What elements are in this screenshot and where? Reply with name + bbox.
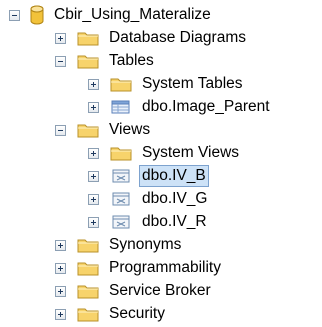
tree-node-label[interactable]: Synonyms bbox=[107, 235, 183, 255]
tree-node-label[interactable]: dbo.IV_G bbox=[140, 189, 210, 209]
tree-node-label[interactable]: Security bbox=[107, 304, 167, 324]
folder-icon bbox=[77, 306, 99, 322]
tree-node-view-iv-g[interactable]: dbo.IV_G bbox=[88, 188, 210, 210]
tree-node-view-iv-b[interactable]: dbo.IV_B bbox=[88, 165, 209, 187]
tree-node-views[interactable]: Views bbox=[55, 119, 152, 141]
collapse-toggle[interactable] bbox=[9, 9, 20, 21]
database-label[interactable]: Cbir_Using_Materalize bbox=[52, 5, 213, 25]
expand-toggle[interactable] bbox=[55, 32, 66, 44]
tree-node-service-broker[interactable]: Service Broker bbox=[55, 280, 213, 302]
tree-node-database-diagrams[interactable]: Database Diagrams bbox=[55, 27, 248, 49]
folder-open-icon bbox=[77, 53, 99, 69]
tree-node-tables[interactable]: Tables bbox=[55, 50, 156, 72]
tree-node-label[interactable]: Database Diagrams bbox=[107, 28, 248, 48]
tree-node-label[interactable]: System Views bbox=[140, 143, 241, 163]
tree-node-database[interactable]: Cbir_Using_Materalize bbox=[9, 4, 213, 26]
folder-icon bbox=[77, 237, 99, 253]
expand-toggle[interactable] bbox=[88, 216, 99, 228]
tree-node-label[interactable]: Service Broker bbox=[107, 281, 213, 301]
expand-toggle[interactable] bbox=[88, 147, 99, 159]
view-icon bbox=[110, 168, 132, 184]
tree-node-label[interactable]: Tables bbox=[107, 51, 156, 71]
tree-node-label[interactable]: System Tables bbox=[140, 74, 245, 94]
tree-node-security[interactable]: Security bbox=[55, 303, 167, 325]
expand-toggle[interactable] bbox=[88, 170, 99, 182]
tree-node-label[interactable]: dbo.Image_Parent bbox=[140, 97, 272, 117]
expand-toggle[interactable] bbox=[88, 101, 99, 113]
tree-node-label-selected[interactable]: dbo.IV_B bbox=[139, 165, 209, 187]
tree-node-table-image-parent[interactable]: dbo.Image_Parent bbox=[88, 96, 272, 118]
view-icon bbox=[110, 214, 132, 230]
folder-icon bbox=[110, 76, 132, 92]
expand-toggle[interactable] bbox=[55, 285, 66, 297]
folder-open-icon bbox=[77, 122, 99, 138]
folder-icon bbox=[77, 260, 99, 276]
tree-node-label[interactable]: dbo.IV_R bbox=[140, 212, 209, 232]
collapse-toggle[interactable] bbox=[55, 55, 66, 67]
tree-node-synonyms[interactable]: Synonyms bbox=[55, 234, 183, 256]
object-explorer-tree: Cbir_Using_Materalize Database Diagrams … bbox=[0, 0, 322, 327]
folder-icon bbox=[110, 145, 132, 161]
tree-node-system-views[interactable]: System Views bbox=[88, 142, 241, 164]
database-icon bbox=[30, 5, 44, 25]
expand-toggle[interactable] bbox=[55, 239, 66, 251]
expand-toggle[interactable] bbox=[88, 193, 99, 205]
tree-node-label[interactable]: Programmability bbox=[107, 258, 223, 278]
view-icon bbox=[110, 191, 132, 207]
expand-toggle[interactable] bbox=[55, 308, 66, 320]
tree-node-view-iv-r[interactable]: dbo.IV_R bbox=[88, 211, 209, 233]
expand-toggle[interactable] bbox=[88, 78, 99, 90]
collapse-toggle[interactable] bbox=[55, 124, 66, 136]
folder-icon bbox=[77, 283, 99, 299]
table-icon bbox=[110, 99, 132, 115]
folder-icon bbox=[77, 30, 99, 46]
tree-node-label[interactable]: Views bbox=[107, 120, 152, 140]
expand-toggle[interactable] bbox=[55, 262, 66, 274]
tree-node-programmability[interactable]: Programmability bbox=[55, 257, 223, 279]
tree-node-system-tables[interactable]: System Tables bbox=[88, 73, 245, 95]
